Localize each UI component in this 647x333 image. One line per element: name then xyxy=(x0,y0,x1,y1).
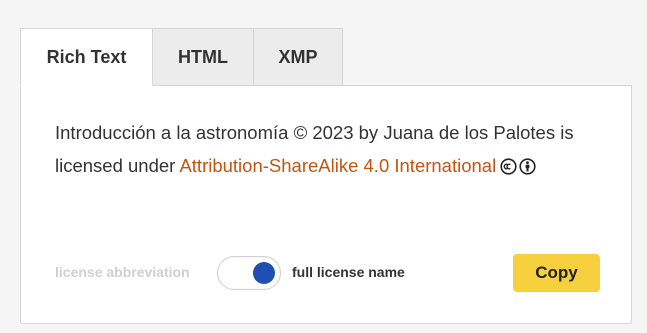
attribution-text: Introducción a la astronomía © 2023 by J… xyxy=(55,116,585,182)
license-name-toggle[interactable] xyxy=(217,256,281,290)
tab-panel: Introducción a la astronomía © 2023 by J… xyxy=(20,85,632,324)
copy-button[interactable]: Copy xyxy=(513,254,600,292)
toggle-knob xyxy=(253,262,275,284)
cc-icon xyxy=(500,158,517,175)
license-controls: license abbreviation full license name C… xyxy=(55,252,600,294)
abbreviation-label: license abbreviation xyxy=(55,264,190,280)
tab-html[interactable]: HTML xyxy=(153,28,254,86)
license-link[interactable]: Attribution-ShareAlike 4.0 International xyxy=(179,155,496,176)
full-name-label: full license name xyxy=(292,264,405,280)
license-icons xyxy=(500,158,536,175)
tab-xmp[interactable]: XMP xyxy=(254,28,343,86)
by-icon xyxy=(519,158,536,175)
format-tabs: Rich Text HTML XMP xyxy=(20,28,343,86)
tab-rich-text[interactable]: Rich Text xyxy=(20,28,153,86)
attribution-widget: Rich Text HTML XMP Introducción a la ast… xyxy=(20,28,632,324)
